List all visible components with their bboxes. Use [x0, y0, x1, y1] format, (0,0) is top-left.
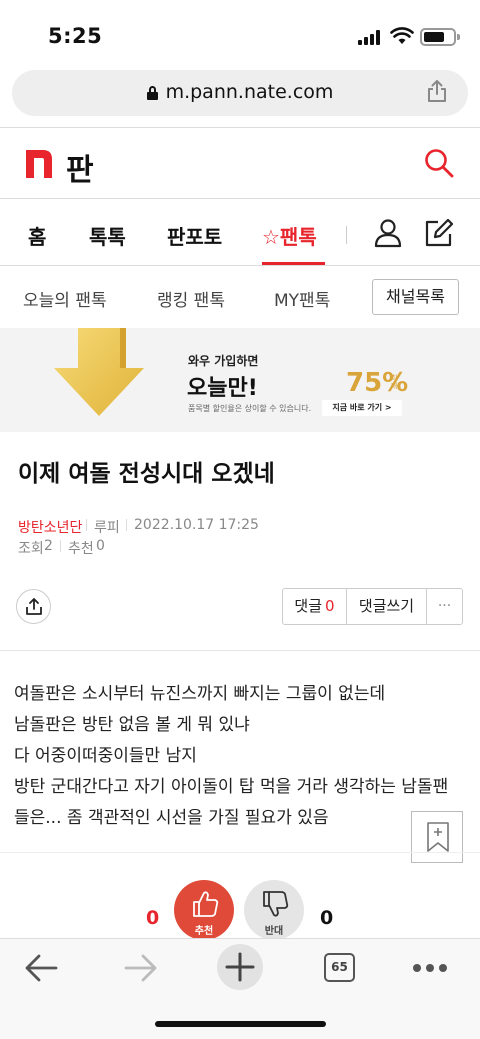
- comment-label: 댓글: [294, 597, 323, 615]
- home-indicator: [155, 1021, 326, 1027]
- recommend-button[interactable]: 추천: [174, 880, 234, 940]
- banner-line1: 와우 가입하면: [188, 354, 259, 368]
- nav-panphoto[interactable]: 판포토: [167, 221, 222, 250]
- upload-icon: [26, 598, 42, 615]
- more-options-button[interactable]: ···: [427, 589, 462, 624]
- down-vote-count: 0: [320, 907, 334, 929]
- forward-arrow-icon[interactable]: [124, 953, 158, 983]
- nav-toktok[interactable]: 톡톡: [89, 221, 126, 250]
- user-icon[interactable]: [374, 218, 402, 248]
- ad-banner[interactable]: 와우 가입하면 오늘만! 품목별 할인율은 상이할 수 있습니다. 75% 최대…: [0, 328, 480, 432]
- edit-icon[interactable]: [424, 218, 454, 248]
- body-line-3: 다 어중이떠중이들만 남지: [14, 746, 197, 766]
- body-line-5: 들은... 좀 객관적인 시선을 가질 필요가 있음: [14, 808, 329, 828]
- comment-count-button[interactable]: 댓글 0: [283, 589, 346, 624]
- article-date: 2022.10.17 17:25: [134, 517, 259, 533]
- wifi-icon: [390, 27, 414, 44]
- article-author: 루피: [94, 520, 120, 536]
- status-time: 5:25: [48, 24, 103, 48]
- thumbs-up-icon: [193, 891, 219, 917]
- nav-home[interactable]: 홈: [28, 221, 46, 250]
- bookmark-button[interactable]: [411, 811, 463, 863]
- recommend-count: 0: [96, 538, 105, 554]
- article-title: 이제 여돌 전성시대 오겠네: [18, 461, 275, 487]
- article-share-button[interactable]: [16, 589, 51, 624]
- oppose-label: 반대: [264, 926, 284, 937]
- body-line-4: 방탄 군대간다고 자기 아이돌이 탑 먹을 거라 생각하는 남돌팬: [14, 777, 449, 797]
- tabs-button[interactable]: 65: [324, 953, 355, 982]
- subnav-ranking[interactable]: 랭킹 팬톡: [157, 286, 225, 311]
- body-line-2: 남돌판은 방탄 없음 볼 게 뭐 있냐: [14, 715, 250, 735]
- comment-button-group: 댓글 0 댓글쓰기 ···: [282, 588, 463, 625]
- new-tab-button[interactable]: [217, 944, 263, 990]
- status-bar: 5:25: [0, 0, 480, 64]
- nav-fantalk[interactable]: ☆팬톡: [262, 221, 317, 250]
- nav-separator: [346, 226, 347, 244]
- up-vote-count: 0: [146, 907, 160, 929]
- plus-icon: [225, 952, 255, 982]
- search-icon[interactable]: [424, 148, 454, 178]
- pann-logo-icon[interactable]: [26, 150, 52, 178]
- banner-cta[interactable]: 지금 바로 가기 >: [322, 400, 402, 416]
- back-arrow-icon[interactable]: [24, 953, 58, 983]
- article-channel[interactable]: 방탄소년단: [18, 517, 82, 537]
- views-count: 2: [44, 538, 53, 554]
- views-label: 조회: [18, 541, 44, 557]
- recommend-label: 추천: [194, 926, 214, 937]
- channel-list-button[interactable]: 채널목록: [372, 279, 459, 315]
- subnav-today[interactable]: 오늘의 팬톡: [23, 286, 107, 311]
- banner-line2: 오늘만!: [187, 376, 258, 401]
- down-arrow-icon: [54, 328, 144, 416]
- url-text: m.pann.nate.com: [165, 81, 334, 103]
- bookmark-plus-icon: [427, 822, 449, 852]
- comment-count: 0: [325, 597, 335, 615]
- battery-icon: [420, 28, 460, 46]
- banner-note: 품목별 할인율은 상이할 수 있습니다.: [188, 404, 312, 413]
- lock-icon: [146, 86, 158, 100]
- share-icon[interactable]: [426, 79, 448, 103]
- banner-percent-sub: 최대: [391, 374, 398, 390]
- more-menu-icon[interactable]: [412, 963, 448, 973]
- write-comment-button[interactable]: 댓글쓰기: [347, 589, 426, 624]
- subnav-my[interactable]: MY팬톡: [274, 286, 330, 311]
- thumbs-down-icon: [263, 891, 289, 917]
- tab-count: 65: [331, 960, 348, 974]
- recommend-label: 추천: [68, 541, 94, 557]
- url-bar[interactable]: m.pann.nate.com: [12, 70, 468, 116]
- oppose-button[interactable]: 반대: [244, 880, 304, 940]
- body-line-1: 여돌판은 소시부터 뉴진스까지 빠지는 그룹이 없는데: [14, 684, 386, 704]
- signal-icon: [358, 30, 384, 45]
- logo-text[interactable]: 판: [66, 145, 94, 189]
